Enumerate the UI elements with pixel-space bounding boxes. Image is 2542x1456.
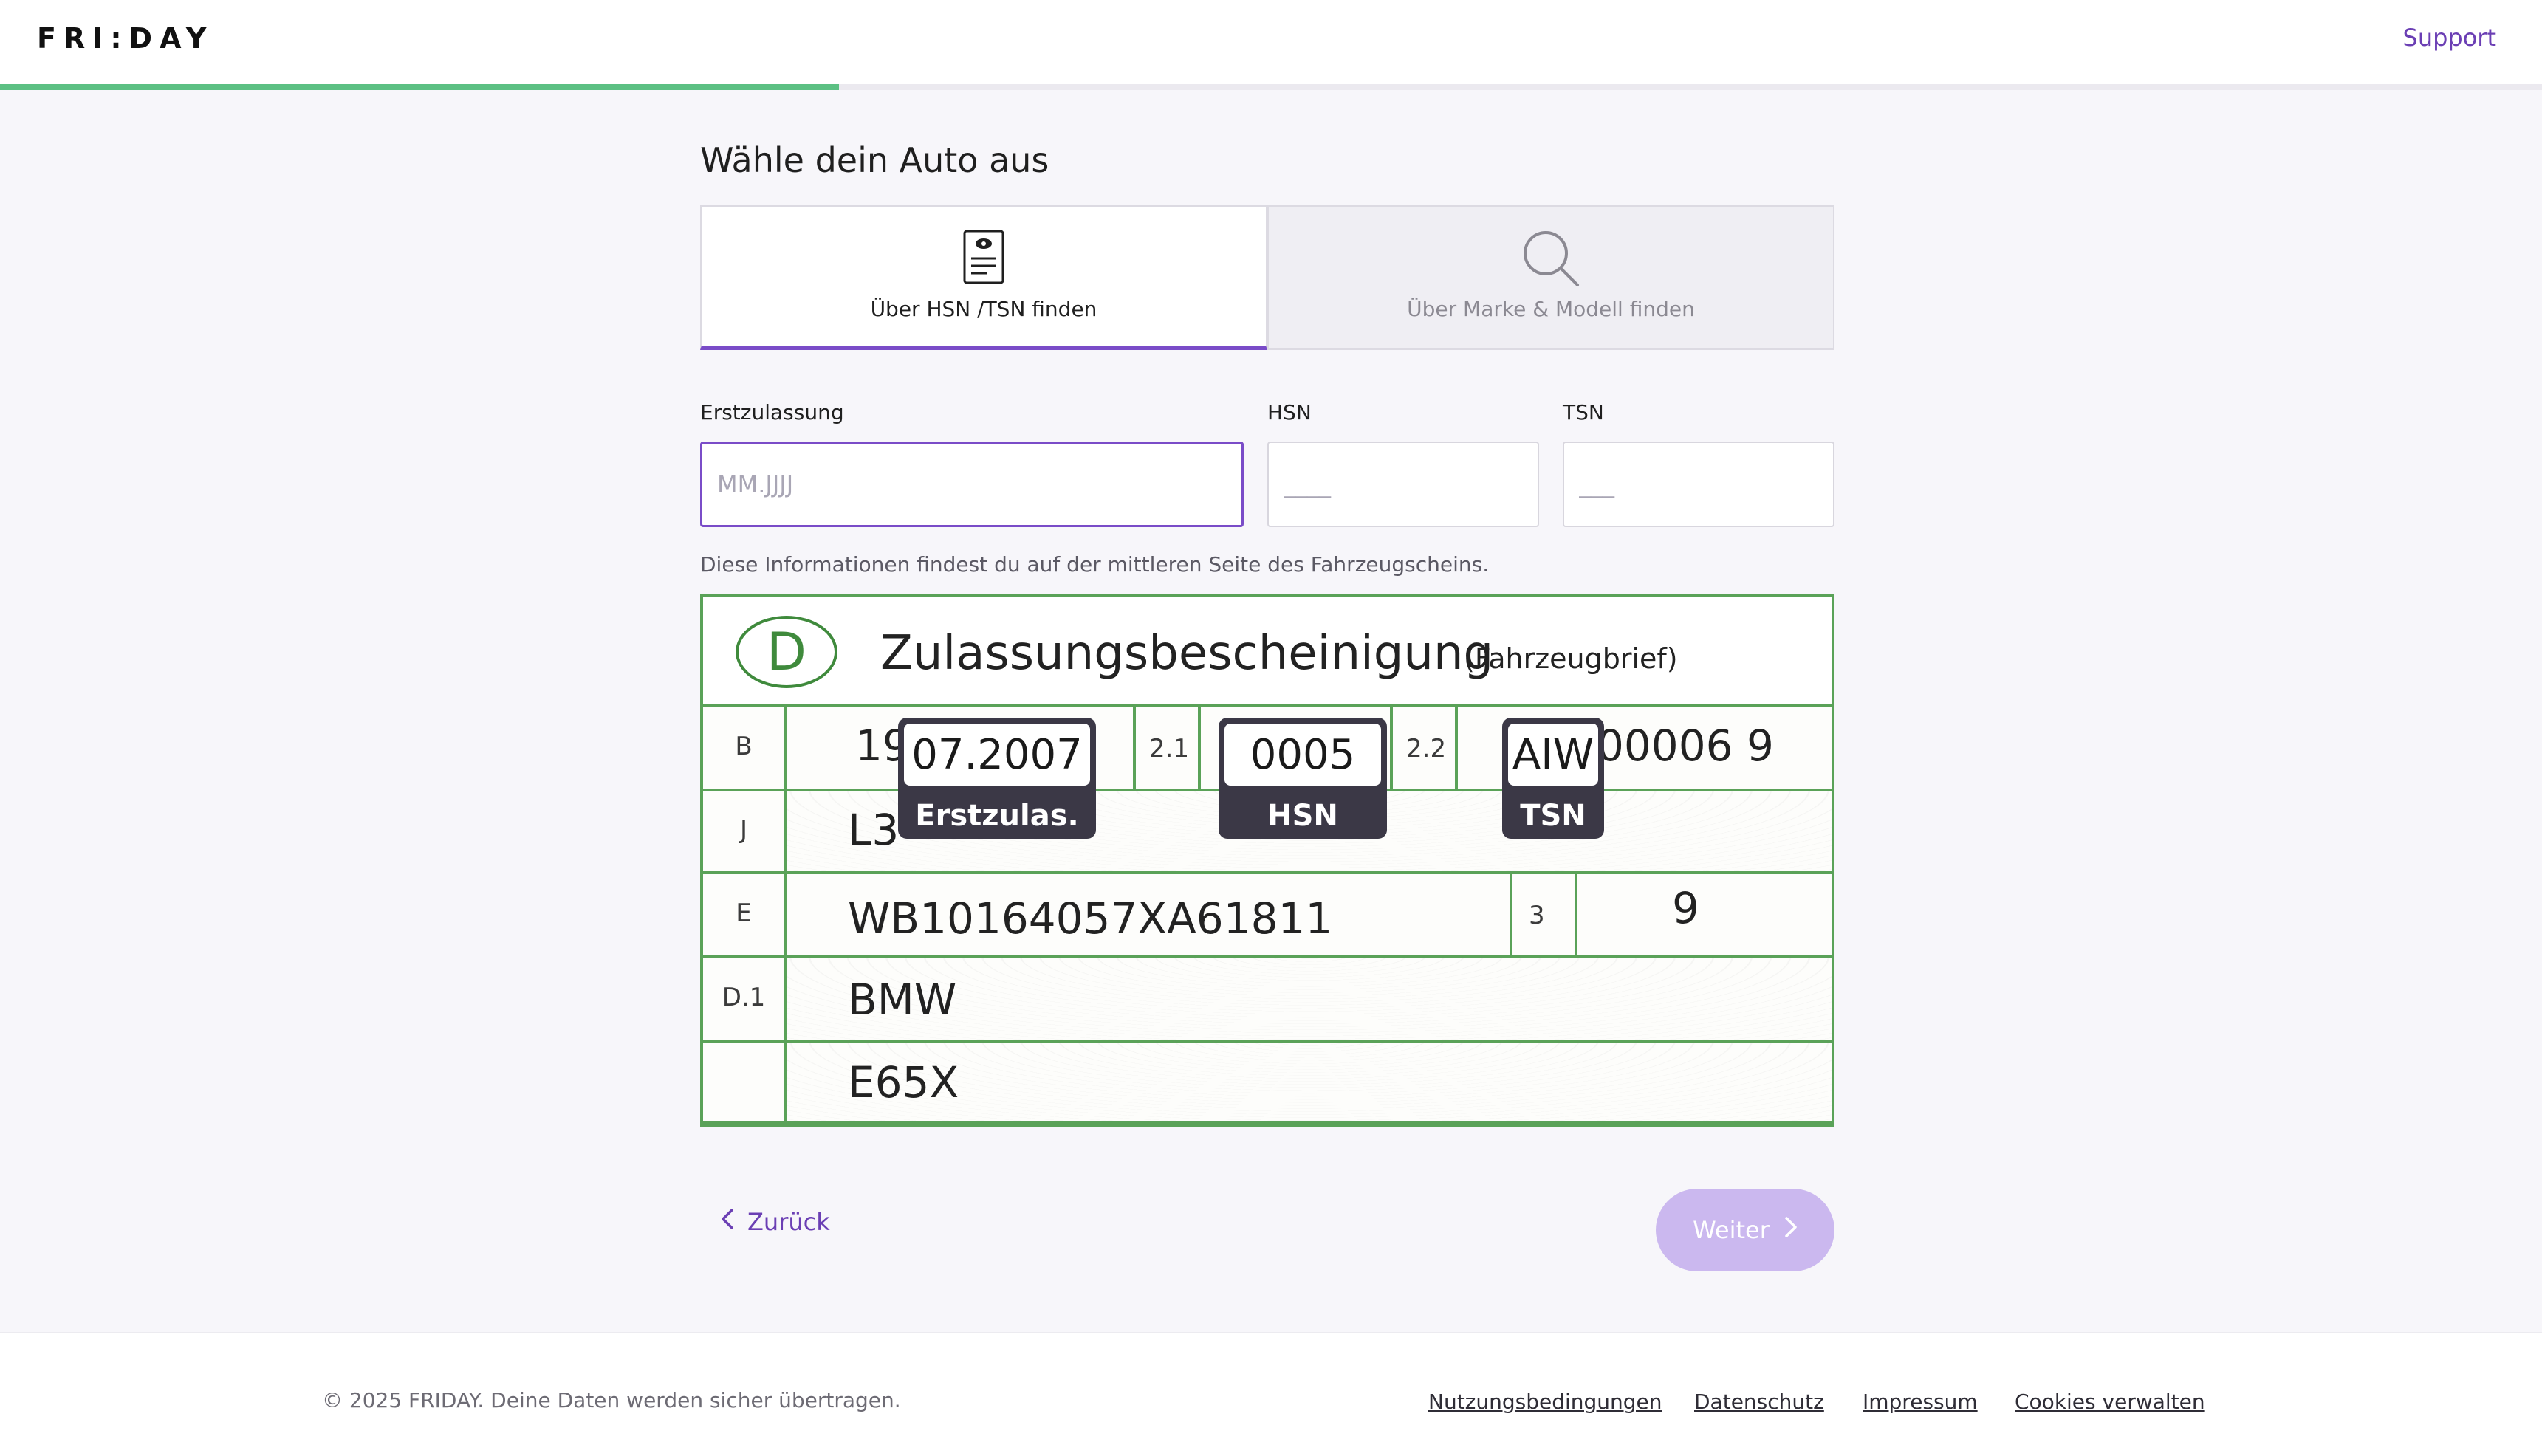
divider	[1575, 871, 1577, 955]
next-button-label: Weiter	[1693, 1216, 1770, 1244]
tsn-highlight: AIW TSN	[1502, 718, 1604, 839]
tsn-value: AIW	[1508, 724, 1598, 786]
field-number: 2.1	[1149, 734, 1190, 763]
registration-label: Erstzulassung	[700, 400, 844, 425]
model-value: E65X	[848, 1057, 959, 1108]
row-tsn-rest: 00006 9	[1597, 721, 1774, 771]
hsn-input[interactable]	[1267, 442, 1539, 527]
document-row-model: E65X	[703, 1040, 1832, 1124]
vehicle-document-illustration: D Zulassungsbescheinigung (Fahrzeugbrief…	[700, 594, 1834, 1127]
search-icon	[1521, 229, 1580, 291]
friday-logo[interactable]: FRI:DAY	[37, 22, 213, 55]
row-label: D.1	[703, 955, 787, 1040]
progress-bar-fill	[0, 84, 839, 90]
tab-brand-model[interactable]: Über Marke & Modell finden	[1267, 205, 1834, 350]
vin-value: WB10164057XA61811	[848, 893, 1333, 944]
progress-bar	[0, 84, 2542, 90]
support-link[interactable]: Support	[2403, 24, 2497, 52]
footer-link-privacy[interactable]: Datenschutz	[1694, 1390, 1824, 1414]
tab-brand-model-label: Über Marke & Modell finden	[1407, 297, 1695, 321]
registration-date-highlight: 07.2007 Erstzulas.	[898, 718, 1096, 839]
hint-text: Diese Informationen findest du auf der m…	[700, 552, 1490, 577]
divider	[1198, 704, 1201, 789]
document-title: Zulassungsbescheinigung	[880, 626, 1494, 681]
field-number: 3	[1529, 901, 1545, 930]
document-row-d1: D.1 BMW	[703, 955, 1832, 1043]
hsn-highlight: 0005 HSN	[1219, 718, 1387, 839]
footer-link-terms[interactable]: Nutzungsbedingungen	[1428, 1390, 1662, 1414]
registration-badge-label: Erstzulas.	[915, 799, 1079, 833]
back-button-label: Zurück	[747, 1208, 830, 1236]
header: FRI:DAY Support	[0, 0, 2542, 84]
chevron-right-icon	[1784, 1216, 1798, 1244]
hsn-badge-label: HSN	[1267, 799, 1338, 833]
next-button[interactable]: Weiter	[1656, 1189, 1834, 1271]
row-label: J	[703, 789, 787, 871]
vehicle-document-icon	[962, 229, 1005, 288]
tab-hsn-tsn-label: Über HSN /TSN finden	[870, 297, 1097, 321]
tsn-badge-label: TSN	[1520, 799, 1586, 833]
chevron-left-icon	[721, 1208, 734, 1236]
divider	[1510, 871, 1512, 955]
row-label: E	[703, 871, 787, 955]
footer: © 2025 FRIDAY. Deine Daten werden sicher…	[0, 1332, 2542, 1456]
search-method-tabs: Über HSN /TSN finden Über Marke & Modell…	[700, 205, 1834, 350]
back-button[interactable]: Zurück	[721, 1208, 830, 1236]
document-subtitle: (Fahrzeugbrief)	[1464, 642, 1678, 675]
hsn-label: HSN	[1267, 400, 1312, 425]
row-label	[703, 1040, 787, 1121]
tab-hsn-tsn[interactable]: Über HSN /TSN finden	[700, 205, 1267, 350]
divider	[1455, 704, 1458, 789]
row-value: L3	[848, 805, 900, 855]
tsn-input[interactable]	[1563, 442, 1834, 527]
tsn-label: TSN	[1563, 400, 1604, 425]
registration-date-value: 07.2007	[904, 724, 1090, 786]
divider	[1133, 704, 1136, 789]
footer-link-imprint[interactable]: Impressum	[1863, 1390, 1978, 1414]
divider	[1390, 704, 1393, 789]
check-digit-value: 9	[1672, 883, 1699, 933]
document-header: D Zulassungsbescheinigung (Fahrzeugbrief…	[703, 597, 1832, 707]
registration-date-input[interactable]	[700, 442, 1244, 527]
copyright-text: © 2025 FRIDAY. Deine Daten werden sicher…	[322, 1388, 901, 1412]
document-row-e: E WB10164057XA61811 3 9	[703, 871, 1832, 958]
brand-value: BMW	[848, 975, 957, 1025]
hsn-value: 0005	[1224, 724, 1381, 786]
footer-link-cookies[interactable]: Cookies verwalten	[2015, 1390, 2205, 1414]
field-number: 2.2	[1406, 734, 1447, 763]
page-title: Wähle dein Auto aus	[700, 140, 1049, 180]
country-badge: D	[736, 616, 837, 688]
row-label: B	[703, 704, 787, 789]
